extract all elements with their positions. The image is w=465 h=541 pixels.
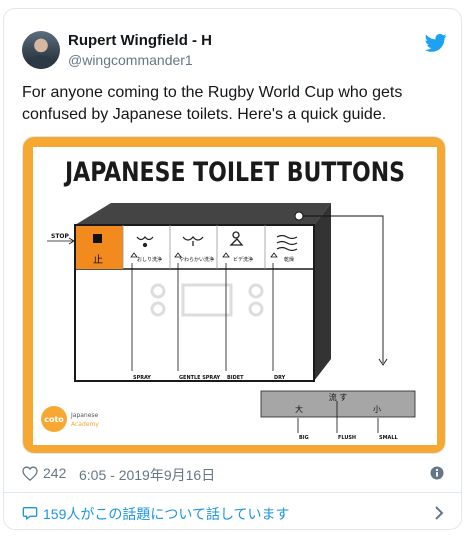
function-label-spray: SPRAY xyxy=(133,375,151,381)
button-caption-spray: おしり洗浄 xyxy=(137,256,162,263)
tweet-stats: 242 6:05 - 2019年9月16日 xyxy=(22,464,446,484)
tweet-card[interactable]: Rupert Wingfield - H @wingcommander1 For… xyxy=(3,8,462,530)
stop-label: STOP xyxy=(51,233,70,240)
heart-icon[interactable] xyxy=(22,466,38,481)
button-caption-gentle: やわらかい洗浄 xyxy=(179,256,214,263)
avatar[interactable] xyxy=(22,31,60,69)
comment-icon xyxy=(22,507,38,520)
stop-kanji: 止 xyxy=(93,254,103,266)
conversation-text[interactable]: 159人がこの話題について話しています xyxy=(43,504,290,524)
function-label-dry: DRY xyxy=(274,375,286,381)
flush-label-big: BIG xyxy=(299,435,309,441)
like-count[interactable]: 242 xyxy=(43,465,66,481)
function-label-gentle-spray: GENTLE SPRAY xyxy=(179,375,221,381)
author-name[interactable]: Rupert Wingfield - H xyxy=(68,32,212,49)
chevron-right-icon[interactable] xyxy=(434,506,444,520)
tweet-image[interactable]: JAPANESE TOILET BUTTONS 止 おしり洗浄 やわらかい洗浄 … xyxy=(22,136,446,454)
tweet-text-line: confused by Japanese toilets. Here's a q… xyxy=(22,106,387,123)
author-handle[interactable]: @wingcommander1 xyxy=(68,52,193,68)
function-label-bidet: BIDET xyxy=(227,375,244,381)
conversation-link[interactable]: 159人がこの話題について話しています xyxy=(22,503,446,525)
flush-big-kanji: 大 xyxy=(295,404,303,414)
tweet-text: For anyone coming to the Rugby World Cup… xyxy=(22,82,442,126)
button-caption-bidet: ビデ洗浄 xyxy=(233,256,253,263)
timestamp[interactable]: 6:05 - 2019年9月16日 xyxy=(79,465,215,485)
flush-small-kanji: 小 xyxy=(373,405,381,414)
twitter-bird-icon[interactable] xyxy=(425,33,447,53)
flush-label-jp: 流 す xyxy=(329,392,348,402)
button-caption-dry: 乾燥 xyxy=(284,256,294,263)
flush-label-small: SMALL xyxy=(379,435,398,441)
flush-label-flush: FLUSH xyxy=(338,435,356,441)
divider xyxy=(4,492,461,493)
logo-sub-1: Japanese xyxy=(70,412,99,419)
logo-sub-2: Academy xyxy=(71,421,99,428)
toilet-buttons-infographic: JAPANESE TOILET BUTTONS 止 おしり洗浄 やわらかい洗浄 … xyxy=(23,137,445,453)
logo-text: coto xyxy=(44,415,64,424)
infographic-title: JAPANESE TOILET BUTTONS xyxy=(63,157,405,188)
tweet-text-line: For anyone coming to the Rugby World Cup… xyxy=(22,84,403,101)
info-icon[interactable] xyxy=(430,466,444,480)
